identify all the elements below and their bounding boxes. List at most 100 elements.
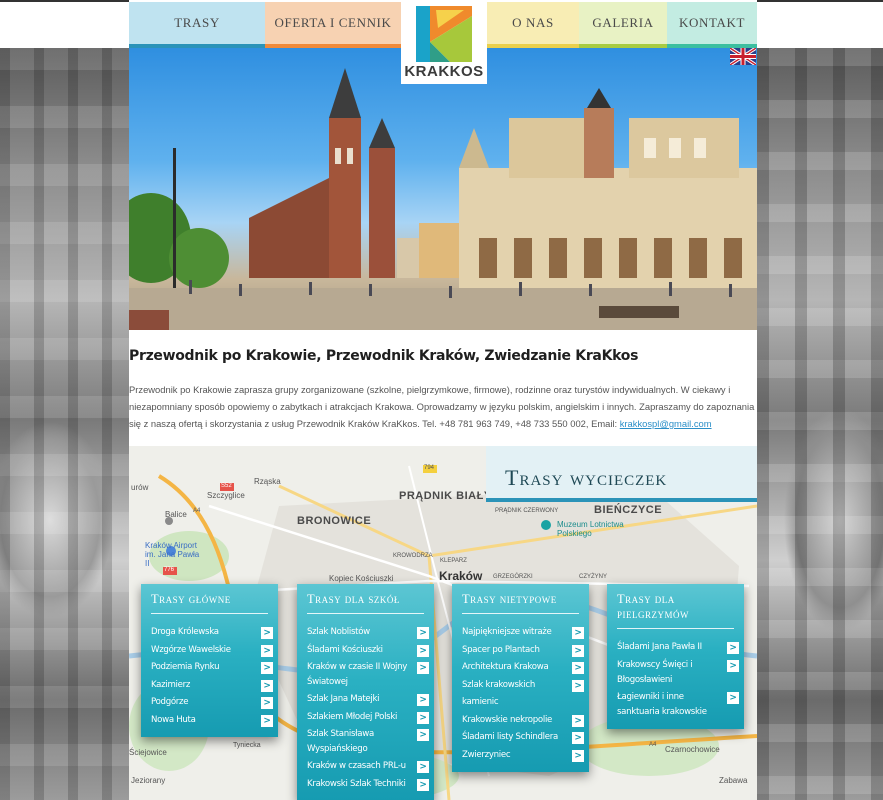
map-label-pradnik-czerwony: PRĄDNIK CZERWONY bbox=[495, 508, 559, 514]
map-label-tyniecka: Tyniecka bbox=[233, 742, 261, 749]
chevron-right-icon[interactable]: > bbox=[727, 659, 739, 672]
card-title: Trasy dla szkół bbox=[307, 592, 400, 606]
card-title: Trasy dla pielgrzymów bbox=[617, 592, 689, 621]
chevron-right-icon[interactable]: > bbox=[572, 627, 584, 639]
map-label-sciejowice: Ściejowice bbox=[129, 748, 167, 757]
chevron-right-icon[interactable]: > bbox=[572, 644, 584, 657]
map-road-a4: A4 bbox=[193, 508, 201, 514]
route-link[interactable]: Podgórze > bbox=[141, 694, 278, 712]
english-flag-icon[interactable] bbox=[730, 48, 756, 65]
card-title: Trasy główne bbox=[151, 592, 231, 606]
logo-mark-icon bbox=[416, 6, 472, 62]
background-building-right bbox=[757, 48, 883, 800]
route-link[interactable]: Szlakiem Młodej Polski > bbox=[297, 709, 434, 727]
card-divider bbox=[617, 628, 734, 629]
chevron-right-icon[interactable]: > bbox=[572, 749, 584, 762]
chevron-right-icon[interactable]: > bbox=[727, 642, 739, 654]
nav-trasy[interactable]: TRASY bbox=[129, 2, 265, 48]
route-link[interactable]: Krakowskie nekropolie > bbox=[452, 712, 589, 730]
route-link[interactable]: Kraków w czasach PRL-u > bbox=[297, 758, 434, 776]
card-trasy-nietypowe: Trasy nietypowe Najpiękniejsze witraże > … bbox=[452, 584, 589, 772]
map-label-czarnochowice: Czarnochowice bbox=[665, 745, 720, 754]
card-title: Trasy nietypowe bbox=[462, 592, 557, 606]
page-title: Przewodnik po Krakowie, Przewodnik Krakó… bbox=[129, 348, 639, 364]
map-label-krakow: Kraków bbox=[439, 569, 483, 583]
route-link[interactable]: Zwierzyniec > bbox=[452, 747, 589, 765]
map-road-776: 776 bbox=[164, 567, 175, 573]
card-trasy-dla-pielgrzymow: Trasy dla pielgrzymów Śladami Jana Pawła… bbox=[607, 584, 744, 729]
chevron-right-icon[interactable]: > bbox=[261, 697, 273, 709]
email-link[interactable]: krakkospl@gmail.com bbox=[620, 418, 712, 429]
map-label-bienczyce: BIEŃCZYCE bbox=[594, 504, 663, 516]
chevron-right-icon[interactable]: > bbox=[417, 694, 429, 706]
chevron-right-icon[interactable]: > bbox=[261, 627, 273, 639]
logo-text: KRAKKOS bbox=[404, 63, 484, 80]
chevron-right-icon[interactable]: > bbox=[261, 662, 273, 674]
card-trasy-dla-szkol: Trasy dla szkół Szlak Noblistów > Śladami… bbox=[297, 584, 434, 800]
map-label-czyzyny: CZYŻYNY bbox=[579, 574, 608, 580]
card-divider bbox=[307, 613, 424, 614]
route-link[interactable]: Śladami Kościuszki > bbox=[297, 642, 434, 660]
route-link[interactable]: Szlak Jana Matejki > bbox=[297, 691, 434, 709]
route-link[interactable]: Kazimierz > bbox=[141, 677, 278, 695]
route-link[interactable]: Spacer po Plantach > bbox=[452, 642, 589, 660]
chevron-right-icon[interactable]: > bbox=[261, 679, 273, 692]
route-link[interactable]: Szlak Noblistów > bbox=[297, 624, 434, 642]
chevron-right-icon[interactable]: > bbox=[417, 778, 429, 791]
page-container: TRASY OFERTA I CENNIK O NAS GALERIA KONT… bbox=[129, 0, 757, 800]
route-link[interactable]: Śladami Jana Pawła II > bbox=[607, 639, 744, 657]
chevron-right-icon[interactable]: > bbox=[572, 714, 584, 727]
card-divider bbox=[151, 613, 268, 614]
map-label-krowodrza: KROWODRZA bbox=[393, 553, 433, 559]
route-link[interactable]: Architektura Krakowa > bbox=[452, 659, 589, 677]
chevron-right-icon[interactable]: > bbox=[727, 691, 739, 704]
map-label-bronowice: BRONOWICE bbox=[297, 515, 372, 527]
route-link[interactable]: Nowa Huta > bbox=[141, 712, 278, 730]
hero-photo bbox=[129, 48, 757, 330]
card-divider bbox=[462, 613, 579, 614]
chevron-right-icon[interactable]: > bbox=[572, 732, 584, 744]
route-link[interactable]: Krakowscy Święci i Błogosławieni > bbox=[607, 657, 744, 689]
chevron-right-icon[interactable]: > bbox=[417, 662, 429, 674]
route-link[interactable]: Łagiewniki i inne sanktuaria krakowskie > bbox=[607, 689, 744, 721]
chevron-right-icon[interactable]: > bbox=[261, 644, 273, 657]
map-label-rzaska: Rząska bbox=[254, 477, 281, 486]
map-road-a4-east: A4 bbox=[649, 742, 657, 748]
route-link[interactable]: Śladami listy Schindlera > bbox=[452, 729, 589, 747]
chevron-right-icon[interactable]: > bbox=[417, 711, 429, 724]
chevron-right-icon[interactable]: > bbox=[417, 761, 429, 773]
nav-o-nas[interactable]: O NAS bbox=[487, 2, 579, 48]
route-link[interactable]: Kraków w czasie II Wojny Światowej > bbox=[297, 659, 434, 691]
map-label-jeziorany: Jeziorany bbox=[131, 776, 166, 785]
nav-galeria[interactable]: GALERIA bbox=[579, 2, 667, 48]
background-building-left bbox=[0, 48, 129, 800]
logo[interactable]: KRAKKOS bbox=[401, 2, 487, 84]
route-link[interactable]: Krakowski Szlak Techniki > bbox=[297, 776, 434, 794]
map-road-s52: S52 bbox=[221, 483, 232, 489]
card-trasy-glowne: Trasy główne Droga Królewska > Wzgórze Wa… bbox=[141, 584, 278, 737]
nav-kontakt[interactable]: KONTAKT bbox=[667, 2, 757, 48]
nav-oferta-cennik[interactable]: OFERTA I CENNIK bbox=[265, 2, 401, 48]
chevron-right-icon[interactable]: > bbox=[417, 729, 429, 741]
chevron-right-icon[interactable]: > bbox=[417, 644, 429, 657]
map-label-kleparz: KLEPARZ bbox=[440, 558, 467, 564]
route-link[interactable]: Podziemia Rynku > bbox=[141, 659, 278, 677]
chevron-right-icon[interactable]: > bbox=[572, 679, 584, 692]
map-label-airport: Kraków Airport im. Jana Pawła II bbox=[145, 541, 200, 568]
routes-title: Trasy wycieczek bbox=[486, 446, 757, 502]
chevron-right-icon[interactable]: > bbox=[261, 714, 273, 727]
map-label-szczyglice: Szczyglice bbox=[207, 491, 245, 500]
route-link[interactable]: Wzgórze Wawelskie > bbox=[141, 642, 278, 660]
map-label-museum: Muzeum Lotnictwa Polskiego bbox=[557, 520, 624, 538]
chevron-right-icon[interactable]: > bbox=[572, 662, 584, 674]
route-link[interactable]: Droga Królewska > bbox=[141, 624, 278, 642]
route-link[interactable]: Najpiękniejsze witraże > bbox=[452, 624, 589, 642]
chevron-right-icon[interactable]: > bbox=[417, 627, 429, 639]
map-label-urow: urów bbox=[131, 483, 149, 492]
map-label-grzegorzki: GRZEGÓRZKI bbox=[493, 574, 533, 580]
map-road-794: 794 bbox=[424, 465, 435, 471]
route-link[interactable]: Szlak krakowskich kamienic > bbox=[452, 677, 589, 712]
route-link[interactable]: Szlak Stanisława Wyspiańskiego > bbox=[297, 726, 434, 758]
map-label-balice: Balice bbox=[165, 510, 187, 519]
map-label-zabawa: Zabawa bbox=[719, 776, 748, 785]
